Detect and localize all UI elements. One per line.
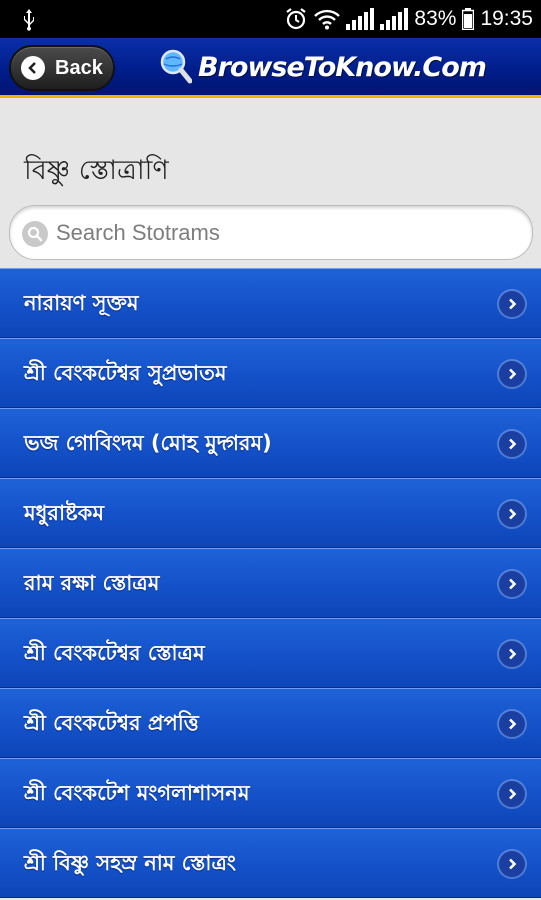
back-button[interactable]: Back (9, 45, 115, 91)
list-item[interactable]: শ্রী বেংকটেশ্বর প্রপত্তি (0, 688, 541, 758)
back-arrow-icon (21, 56, 45, 80)
chevron-right-icon (499, 571, 525, 597)
list-item[interactable]: মধুরাষ্টকম (0, 478, 541, 548)
list-item[interactable]: শ্রী বেংকটেশ্বর স্তোত্রম (0, 618, 541, 688)
list-item-label: শ্রী বেংকটেশ্বর সুপ্রভাতম (24, 361, 227, 385)
status-bar: 83% 19:35 (0, 0, 541, 38)
stotram-list: নারায়ণ সূক্তম শ্রী বেংকটেশ্বর সুপ্রভাতম… (0, 268, 541, 898)
chevron-right-icon (499, 361, 525, 387)
page-title: বিষ্ণু স্তোত্রাণি (24, 155, 169, 186)
list-item-label: রাম রক্ষা স্তোত্রম (24, 571, 160, 595)
battery-icon (462, 8, 475, 30)
site-logo: BrowseToKnow.Com (160, 46, 487, 88)
list-item[interactable]: শ্রী বেংকটেশ মংগলাশাসনম (0, 758, 541, 828)
list-item[interactable]: রাম রক্ষা স্তোত্রম (0, 548, 541, 618)
chevron-right-icon (499, 851, 525, 877)
chevron-right-icon (499, 291, 525, 317)
signal-icon (346, 8, 375, 30)
chevron-right-icon (499, 781, 525, 807)
wifi-icon (314, 9, 341, 30)
chevron-right-icon (499, 431, 525, 457)
app-header: Back BrowseToKnow.Com (0, 38, 541, 98)
chevron-right-icon (499, 711, 525, 737)
list-item-label: ভজ গোবিংদম (মোহ মুদ্গরম) (24, 431, 272, 455)
chevron-right-icon (499, 501, 525, 527)
list-item-label: শ্রী বেংকটেশ মংগলাশাসনম (24, 781, 250, 805)
search-box[interactable] (9, 205, 533, 260)
list-item-label: মধুরাষ্টকম (24, 501, 105, 525)
list-item[interactable]: শ্রী বিষ্ণু সহস্র নাম স্তোত্রং (0, 828, 541, 898)
magnifier-globe-icon (160, 49, 192, 84)
clock: 19:35 (480, 7, 533, 30)
list-item-label: শ্রী বেংকটেশ্বর স্তোত্রম (24, 641, 205, 665)
back-button-label: Back (55, 56, 103, 79)
list-item-label: নারায়ণ সূক্তম (24, 291, 139, 315)
list-item[interactable]: শ্রী বেংকটেশ্বর সুপ্রভাতম (0, 338, 541, 408)
search-icon (22, 221, 48, 247)
list-item-label: শ্রী বেংকটেশ্বর প্রপত্তি (24, 711, 199, 735)
chevron-right-icon (499, 641, 525, 667)
usb-icon (24, 9, 34, 31)
list-item[interactable]: নারায়ণ সূক্তম (0, 268, 541, 338)
search-input[interactable] (56, 214, 516, 252)
signal-icon (380, 8, 409, 30)
list-item[interactable]: ভজ গোবিংদম (মোহ মুদ্গরম) (0, 408, 541, 478)
battery-percent: 83% (414, 7, 457, 30)
list-item-label: শ্রী বিষ্ণু সহস্র নাম স্তোত্রং (24, 851, 236, 875)
alarm-icon (286, 8, 307, 30)
logo-text: BrowseToKnow.Com (198, 51, 487, 83)
